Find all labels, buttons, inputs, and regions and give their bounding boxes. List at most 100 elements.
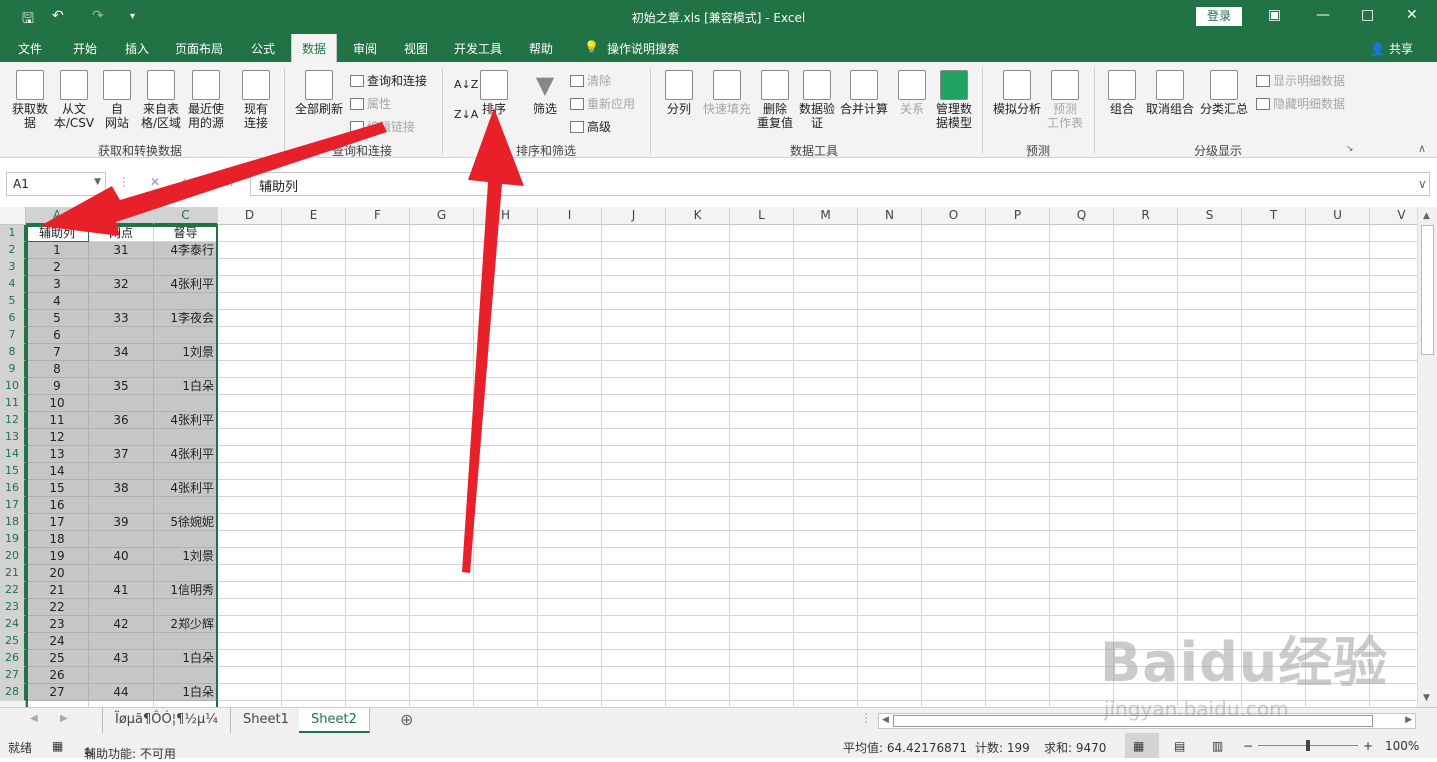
cell-d[interactable] [218,242,282,259]
cell-c[interactable]: 4张利平 [154,412,218,429]
row-header[interactable]: 14 [0,446,26,463]
cell-t[interactable] [1242,582,1306,599]
cell-d[interactable] [218,633,282,650]
cell-u[interactable] [1306,276,1370,293]
cell-o[interactable] [922,310,986,327]
cell-l[interactable] [730,582,794,599]
cell-h[interactable] [474,463,538,480]
cell-i[interactable] [538,667,602,684]
cell-p[interactable] [986,293,1050,310]
cell-i[interactable] [538,259,602,276]
cell-n[interactable] [858,480,922,497]
cell-a[interactable]: 15 [26,480,89,497]
row-header[interactable]: 22 [0,582,26,599]
cell-v[interactable] [1370,548,1417,565]
cell-s[interactable] [1178,276,1242,293]
cell-q[interactable] [1050,531,1114,548]
cell-n[interactable] [858,633,922,650]
cell-m[interactable] [794,412,858,429]
cell-f[interactable] [346,429,410,446]
cell-l[interactable] [730,225,794,242]
cell-u[interactable] [1306,310,1370,327]
cell-f[interactable] [346,565,410,582]
cell-m[interactable] [794,497,858,514]
cell-i[interactable] [538,395,602,412]
from-csv-button[interactable]: 从文 本/CSV [52,70,96,130]
cell-i[interactable] [538,650,602,667]
clear-filter-button[interactable]: 清除 [570,72,611,89]
status-count[interactable]: 计数: 199 [975,739,1030,756]
cell-f[interactable] [346,480,410,497]
cell-v[interactable] [1370,378,1417,395]
cell-t[interactable] [1242,429,1306,446]
cell-g[interactable] [410,633,474,650]
cell-g[interactable] [410,361,474,378]
enter-icon[interactable]: ✓ [178,175,188,189]
cell-n[interactable] [858,276,922,293]
cell-q[interactable] [1050,514,1114,531]
cell-k[interactable] [666,429,730,446]
row-header[interactable]: 21 [0,565,26,582]
cell-l[interactable] [730,259,794,276]
cell-h[interactable] [474,684,538,701]
chevron-down-icon[interactable]: ▼ [94,177,101,187]
cancel-icon[interactable]: ✕ [150,175,160,189]
sheet-tab-sheet2[interactable]: Sheet2 [299,708,370,733]
refresh-all-button[interactable]: 全部刷新 [292,70,346,116]
scroll-up-icon[interactable]: ▲ [1423,211,1430,221]
cell-i[interactable] [538,429,602,446]
cell-b[interactable] [89,259,154,276]
cell-r[interactable] [1114,599,1178,616]
cell-d[interactable] [218,276,282,293]
cell-r[interactable] [1114,480,1178,497]
cell-u[interactable] [1306,378,1370,395]
cell-u[interactable] [1306,463,1370,480]
cell-t[interactable] [1242,565,1306,582]
add-sheet-icon[interactable]: ⊕ [400,710,413,729]
cell-l[interactable] [730,446,794,463]
cell-e[interactable] [282,327,346,344]
cell-l[interactable] [730,276,794,293]
cell-q[interactable] [1050,293,1114,310]
cell-g[interactable] [410,497,474,514]
cell-n[interactable] [858,582,922,599]
cell-k[interactable] [666,276,730,293]
edit-links-button[interactable]: 编辑链接 [350,118,415,135]
cell-j[interactable] [602,361,666,378]
cell-u[interactable] [1306,531,1370,548]
cell-s[interactable] [1178,395,1242,412]
cell-h[interactable] [474,650,538,667]
cell-p[interactable] [986,412,1050,429]
cell-m[interactable] [794,582,858,599]
cell-s[interactable] [1178,412,1242,429]
cell-u[interactable] [1306,225,1370,242]
insert-function-icon[interactable]: fx [222,175,233,189]
cell-p[interactable] [986,310,1050,327]
cell-b[interactable] [89,565,154,582]
cell-q[interactable] [1050,378,1114,395]
cell-t[interactable] [1242,497,1306,514]
cell-b[interactable] [89,361,154,378]
maximize-icon[interactable]: □ [1361,7,1374,23]
cell-o[interactable] [922,412,986,429]
cell-t[interactable] [1242,361,1306,378]
cell-d[interactable] [218,565,282,582]
cell-p[interactable] [986,446,1050,463]
cell-h[interactable] [474,565,538,582]
cell-a[interactable]: 7 [26,344,89,361]
cell-i[interactable] [538,344,602,361]
cell-j[interactable] [602,582,666,599]
cell-b[interactable] [89,327,154,344]
cell-a[interactable]: 5 [26,310,89,327]
cell-p[interactable] [986,463,1050,480]
consolidate-button[interactable]: 合并计算 [838,70,890,116]
cell-h[interactable] [474,276,538,293]
cell-o[interactable] [922,361,986,378]
column-header-p[interactable]: P [986,207,1050,225]
row-header[interactable]: 6 [0,310,26,327]
cell-v[interactable] [1370,497,1417,514]
cell-g[interactable] [410,412,474,429]
cell-f[interactable] [346,582,410,599]
cell-g[interactable] [410,667,474,684]
cell-r[interactable] [1114,582,1178,599]
